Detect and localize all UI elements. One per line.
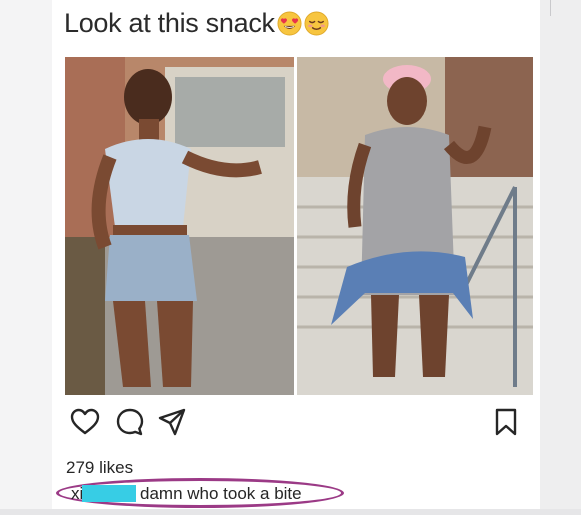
bookmark-icon[interactable] xyxy=(493,407,519,437)
bottom-edge xyxy=(0,509,581,515)
adjacent-panel xyxy=(540,0,581,515)
highlighted-comment: xi damn who took a bite xyxy=(56,478,346,510)
post-photo-illustration xyxy=(65,57,533,395)
username-redaction xyxy=(82,485,136,502)
post-caption: Look at this snack xyxy=(64,6,329,40)
heart-eyes-emoji-icon xyxy=(277,10,302,36)
panel-divider xyxy=(550,0,551,16)
like-count[interactable]: 279 likes xyxy=(66,458,133,478)
post-photo[interactable] xyxy=(65,57,533,395)
relieved-smile-emoji-icon xyxy=(304,10,329,36)
caption-text: Look at this snack xyxy=(64,7,275,38)
comment-text: damn who took a bite xyxy=(140,484,302,503)
comment-icon[interactable] xyxy=(115,407,145,437)
share-icon[interactable] xyxy=(157,407,187,437)
post-actions xyxy=(70,407,525,439)
heart-icon[interactable] xyxy=(70,407,100,437)
